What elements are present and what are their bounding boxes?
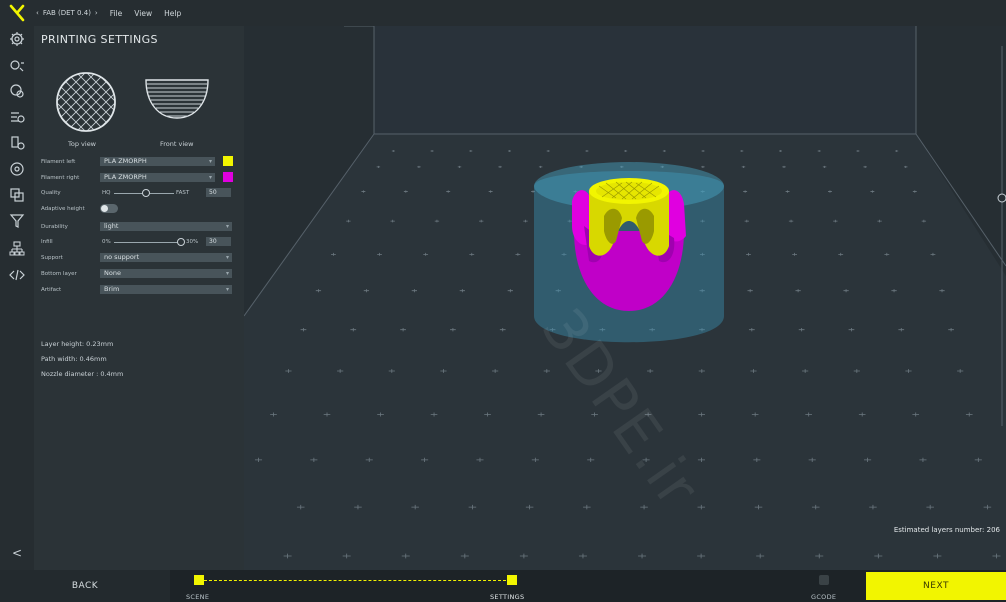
step-scene-label[interactable]: SCENE: [186, 593, 209, 601]
menu-file[interactable]: File: [110, 9, 123, 18]
chevron-down-icon: ▾: [225, 254, 229, 261]
filament-right-select[interactable]: PLA ZMORPH ▾: [100, 173, 215, 182]
adaptive-height-label: Adaptive height: [41, 206, 85, 212]
durability-label: Durability: [41, 224, 68, 230]
zmorph-logo-icon[interactable]: [0, 0, 34, 26]
bottom-layer-label: Bottom layer: [41, 271, 77, 277]
nozzle-diameter-info: Nozzle diameter : 0.4mm: [41, 370, 124, 378]
support-icon[interactable]: [8, 160, 26, 178]
filter-icon[interactable]: [8, 212, 26, 230]
filament-left-select[interactable]: PLA ZMORPH ▾: [100, 157, 215, 166]
slicer-settings-icon[interactable]: [8, 108, 26, 126]
quality-slider-knob[interactable]: [142, 189, 150, 197]
progress-line: [204, 580, 511, 581]
material-icon[interactable]: [8, 82, 26, 100]
infill-slider-track[interactable]: [114, 242, 184, 243]
infill-max-label: 30%: [186, 239, 199, 245]
support-value: no support: [104, 253, 140, 261]
bottom-bar: BACK SCENE SETTINGS GCODE NEXT: [0, 570, 1006, 602]
bottom-layer-select[interactable]: None ▾: [100, 269, 232, 278]
filament-left-value: PLA ZMORPH: [104, 157, 147, 165]
layer-height-info: Layer height: 0.23mm: [41, 340, 114, 348]
collapse-panel-icon[interactable]: <: [8, 544, 26, 562]
step-gcode-marker[interactable]: [819, 575, 829, 585]
chevron-down-icon: ▾: [225, 270, 229, 277]
chevron-down-icon: ▾: [208, 174, 212, 181]
durability-select[interactable]: light ▾: [100, 222, 232, 231]
durability-value: light: [104, 222, 119, 230]
quality-label: Quality: [41, 190, 61, 196]
filament-right-label: Filament right: [41, 175, 80, 181]
chevron-right-icon[interactable]: ›: [95, 9, 98, 17]
artifact-value: Brim: [104, 285, 120, 293]
quality-max-label: FAST: [176, 190, 190, 196]
infill-min-label: 0%: [102, 239, 111, 245]
top-view-label: Top view: [68, 140, 97, 148]
panel-title: PRINTING SETTINGS: [41, 33, 158, 46]
left-toolbar: <: [0, 26, 34, 570]
filament-left-color-swatch[interactable]: [223, 156, 233, 166]
layer-slider-knob: [997, 193, 1006, 203]
support-select[interactable]: no support ▾: [100, 253, 232, 262]
build-volume-scene: [244, 26, 1006, 570]
artifact-label: Artifact: [41, 287, 62, 293]
extruder-icon[interactable]: [8, 134, 26, 152]
infill-slider-knob[interactable]: [177, 238, 185, 246]
top-bar: ‹ FAB (DET 0.4) › File View Help: [0, 0, 1006, 26]
step-gcode-label[interactable]: GCODE: [811, 593, 836, 601]
quality-min-label: HQ: [102, 190, 111, 196]
path-width-info: Path width: 0.46mm: [41, 355, 107, 363]
front-view-label: Front view: [160, 140, 194, 148]
printing-settings-icon[interactable]: [8, 30, 26, 48]
app-window: ‹ FAB (DET 0.4) › File View Help < PRINT…: [0, 0, 1006, 602]
estimated-layers-text: Estimated layers number: 206: [893, 526, 1000, 534]
step-settings-marker[interactable]: [507, 575, 517, 585]
chevron-down-icon: ▾: [225, 286, 229, 293]
back-button[interactable]: BACK: [0, 570, 170, 602]
bottom-layer-value: None: [104, 269, 121, 277]
printing-settings-panel: PRINTING SETTINGS Top view Front view Fi…: [34, 26, 244, 570]
advanced-settings-icon[interactable]: [8, 56, 26, 74]
step-scene-marker[interactable]: [194, 575, 204, 585]
breadcrumb-machine[interactable]: FAB (DET 0.4): [43, 9, 91, 17]
chevron-left-icon[interactable]: ‹: [36, 9, 39, 17]
next-button[interactable]: NEXT: [866, 572, 1006, 600]
filament-right-color-swatch[interactable]: [223, 172, 233, 182]
chevron-down-icon: ▾: [225, 223, 229, 230]
top-view-preview[interactable]: [54, 70, 118, 134]
front-view-preview[interactable]: [144, 78, 210, 122]
filament-left-label: Filament left: [41, 159, 76, 165]
step-settings-label[interactable]: SETTINGS: [490, 593, 524, 601]
support-label: Support: [41, 255, 63, 261]
artifact-select[interactable]: Brim ▾: [100, 285, 232, 294]
menu-view[interactable]: View: [134, 9, 152, 18]
breadcrumb[interactable]: ‹ FAB (DET 0.4) ›: [36, 9, 98, 17]
quality-value-input[interactable]: 50: [206, 188, 231, 197]
menu-help[interactable]: Help: [164, 9, 181, 18]
filament-right-value: PLA ZMORPH: [104, 173, 147, 181]
layers-icon[interactable]: [8, 186, 26, 204]
code-icon[interactable]: [8, 266, 26, 284]
infill-value-input[interactable]: 30: [206, 237, 231, 246]
adaptive-height-toggle[interactable]: [100, 204, 118, 213]
chevron-down-icon: ▾: [208, 158, 212, 165]
infill-label: Infill: [41, 239, 53, 245]
network-icon[interactable]: [8, 240, 26, 258]
3d-viewport[interactable]: 3DPE.ir Estimated layers number: 206: [244, 26, 1006, 570]
